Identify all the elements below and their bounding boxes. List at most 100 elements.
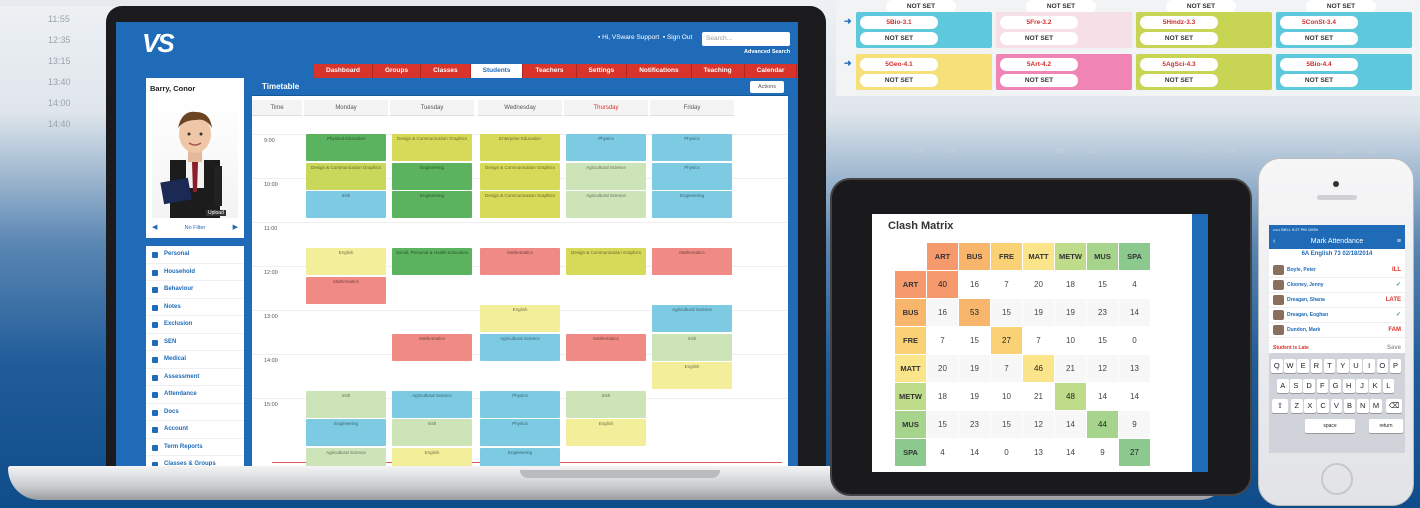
key-h[interactable]: H bbox=[1343, 379, 1355, 393]
key-c[interactable]: C bbox=[1317, 399, 1329, 413]
student-row[interactable]: Boyle, Peter ILL bbox=[1269, 263, 1405, 278]
lesson-block[interactable]: Engineering bbox=[392, 162, 472, 190]
key-i[interactable]: I bbox=[1363, 359, 1375, 373]
backspace-key[interactable]: ⌫ bbox=[1386, 399, 1402, 413]
matrix-cell[interactable]: 53 bbox=[958, 298, 991, 327]
search-input[interactable]: Search... bbox=[702, 32, 790, 46]
matrix-cell[interactable]: 44 bbox=[1086, 410, 1119, 439]
matrix-cell[interactable]: 10 bbox=[1054, 326, 1087, 355]
key-j[interactable]: J bbox=[1356, 379, 1368, 393]
student-row[interactable]: Clooney, Jenny ✓ bbox=[1269, 278, 1405, 293]
matrix-cell[interactable]: 10 bbox=[990, 382, 1023, 411]
lesson-block[interactable]: Engineering bbox=[392, 191, 472, 218]
matrix-cell[interactable]: 12 bbox=[1022, 410, 1055, 439]
actions-button[interactable]: Actions bbox=[750, 81, 784, 93]
sidebar-item-docs[interactable]: Docs bbox=[146, 404, 244, 421]
attendance-status[interactable]: ILL bbox=[1392, 263, 1401, 278]
matrix-cell[interactable]: 46 bbox=[1022, 354, 1055, 383]
lesson-block[interactable]: Design & Communication Graphics bbox=[306, 162, 386, 190]
key-y[interactable]: Y bbox=[1337, 359, 1349, 373]
lesson-block[interactable]: Enterprise Education bbox=[480, 134, 560, 161]
phone-home-button[interactable] bbox=[1321, 463, 1353, 495]
next-student-icon[interactable]: ▶ bbox=[233, 223, 238, 231]
signout-link[interactable]: Sign Out bbox=[667, 34, 692, 41]
lesson-block[interactable]: English bbox=[652, 362, 732, 389]
lesson-block[interactable]: Physics bbox=[652, 162, 732, 190]
sidebar-item-assessment[interactable]: Assessment bbox=[146, 369, 244, 386]
lesson-block[interactable]: Design & Communication Graphics bbox=[392, 134, 472, 161]
nav-dashboard[interactable]: Dashboard bbox=[314, 64, 373, 78]
sidebar-item-medical[interactable]: Medical bbox=[146, 351, 244, 369]
lesson-block[interactable]: English bbox=[566, 419, 646, 446]
matrix-cell[interactable]: 27 bbox=[1118, 438, 1151, 467]
key-s[interactable]: S bbox=[1290, 379, 1302, 393]
matrix-cell[interactable]: 40 bbox=[926, 270, 959, 299]
student-row[interactable]: Dreagan, Shana LATE bbox=[1269, 293, 1405, 308]
sidebar-item-account[interactable]: Account bbox=[146, 421, 244, 439]
filter-label[interactable]: No Filter bbox=[146, 222, 244, 234]
lesson-block[interactable]: Physics bbox=[566, 134, 646, 161]
upload-button[interactable]: Upload bbox=[206, 210, 226, 216]
matrix-cell[interactable]: 19 bbox=[1022, 298, 1055, 327]
key-g[interactable]: G bbox=[1329, 379, 1342, 393]
key-o[interactable]: O bbox=[1376, 359, 1389, 373]
sidebar-item-behaviour[interactable]: Behaviour bbox=[146, 281, 244, 299]
attendance-status[interactable]: FAM bbox=[1388, 323, 1401, 338]
student-row[interactable]: Dundon, Mark FAM bbox=[1269, 323, 1405, 338]
key-w[interactable]: W bbox=[1284, 359, 1296, 373]
lesson-block[interactable]: Engineering bbox=[480, 447, 560, 468]
lesson-block[interactable]: Social, Personal & Health Education bbox=[392, 248, 472, 275]
attendance-status[interactable]: ✓ bbox=[1396, 278, 1401, 293]
back-icon[interactable]: ‹ bbox=[1273, 235, 1275, 249]
lesson-block[interactable]: Design & Communication Graphics bbox=[480, 191, 560, 218]
nav-teachers[interactable]: Teachers bbox=[523, 64, 577, 78]
lesson-block[interactable]: Irish bbox=[392, 419, 472, 446]
matrix-cell[interactable]: 15 bbox=[990, 298, 1023, 327]
matrix-cell[interactable]: 14 bbox=[1086, 382, 1119, 411]
key-a[interactable]: A bbox=[1277, 379, 1289, 393]
lesson-block[interactable]: English bbox=[392, 447, 472, 468]
sidebar-item-attendance[interactable]: Attendance bbox=[146, 386, 244, 404]
nav-groups[interactable]: Groups bbox=[372, 64, 422, 78]
matrix-cell[interactable]: 16 bbox=[958, 270, 991, 299]
lesson-block[interactable]: Mathematics bbox=[392, 333, 472, 361]
matrix-cell[interactable]: 4 bbox=[1118, 270, 1151, 299]
key-e[interactable]: E bbox=[1297, 359, 1309, 373]
advanced-search-link[interactable]: Advanced Search bbox=[744, 49, 790, 55]
key-f[interactable]: F bbox=[1316, 379, 1329, 393]
matrix-cell[interactable]: 9 bbox=[1086, 438, 1119, 467]
matrix-cell[interactable]: 15 bbox=[1086, 270, 1119, 299]
matrix-cell[interactable]: 14 bbox=[1054, 438, 1087, 467]
menu-icon[interactable]: ≡ bbox=[1397, 235, 1401, 249]
lesson-block[interactable]: English bbox=[306, 248, 386, 275]
attendance-status[interactable]: LATE bbox=[1386, 293, 1401, 308]
matrix-cell[interactable]: 15 bbox=[926, 410, 959, 439]
key-n[interactable]: N bbox=[1357, 399, 1369, 413]
lesson-block[interactable]: Agricultural Science bbox=[566, 162, 646, 190]
nav-classes[interactable]: Classes bbox=[421, 64, 471, 78]
lesson-block[interactable]: Mathematics bbox=[652, 248, 732, 275]
key-q[interactable]: Q bbox=[1271, 359, 1283, 373]
lesson-block[interactable]: Physics bbox=[480, 390, 560, 418]
matrix-cell[interactable]: 18 bbox=[1054, 270, 1087, 299]
late-label[interactable]: Student is Late bbox=[1273, 345, 1309, 351]
matrix-cell[interactable]: 27 bbox=[990, 326, 1023, 355]
matrix-cell[interactable]: 15 bbox=[1086, 326, 1119, 355]
lesson-block[interactable]: Agricultural Science bbox=[392, 390, 472, 418]
sidebar-item-notes[interactable]: Notes bbox=[146, 299, 244, 316]
return-key[interactable]: return bbox=[1369, 419, 1403, 433]
matrix-cell[interactable]: 19 bbox=[1054, 298, 1087, 327]
matrix-cell[interactable]: 20 bbox=[1022, 270, 1055, 299]
matrix-cell[interactable]: 15 bbox=[990, 410, 1023, 439]
sidebar-item-sen[interactable]: SEN bbox=[146, 334, 244, 351]
row-arrow-icon[interactable]: ➜ bbox=[844, 16, 852, 27]
matrix-cell[interactable]: 14 bbox=[958, 438, 991, 467]
matrix-cell[interactable]: 0 bbox=[1118, 326, 1151, 355]
key-t[interactable]: T bbox=[1323, 359, 1336, 373]
key-p[interactable]: P bbox=[1389, 359, 1402, 373]
row-arrow-icon[interactable]: ➜ bbox=[844, 58, 852, 69]
space-key[interactable]: space bbox=[1305, 419, 1355, 433]
shift-key[interactable]: ⇧ bbox=[1272, 399, 1288, 413]
sidebar-item-term-reports[interactable]: Term Reports bbox=[146, 439, 244, 456]
matrix-cell[interactable]: 4 bbox=[926, 438, 959, 467]
